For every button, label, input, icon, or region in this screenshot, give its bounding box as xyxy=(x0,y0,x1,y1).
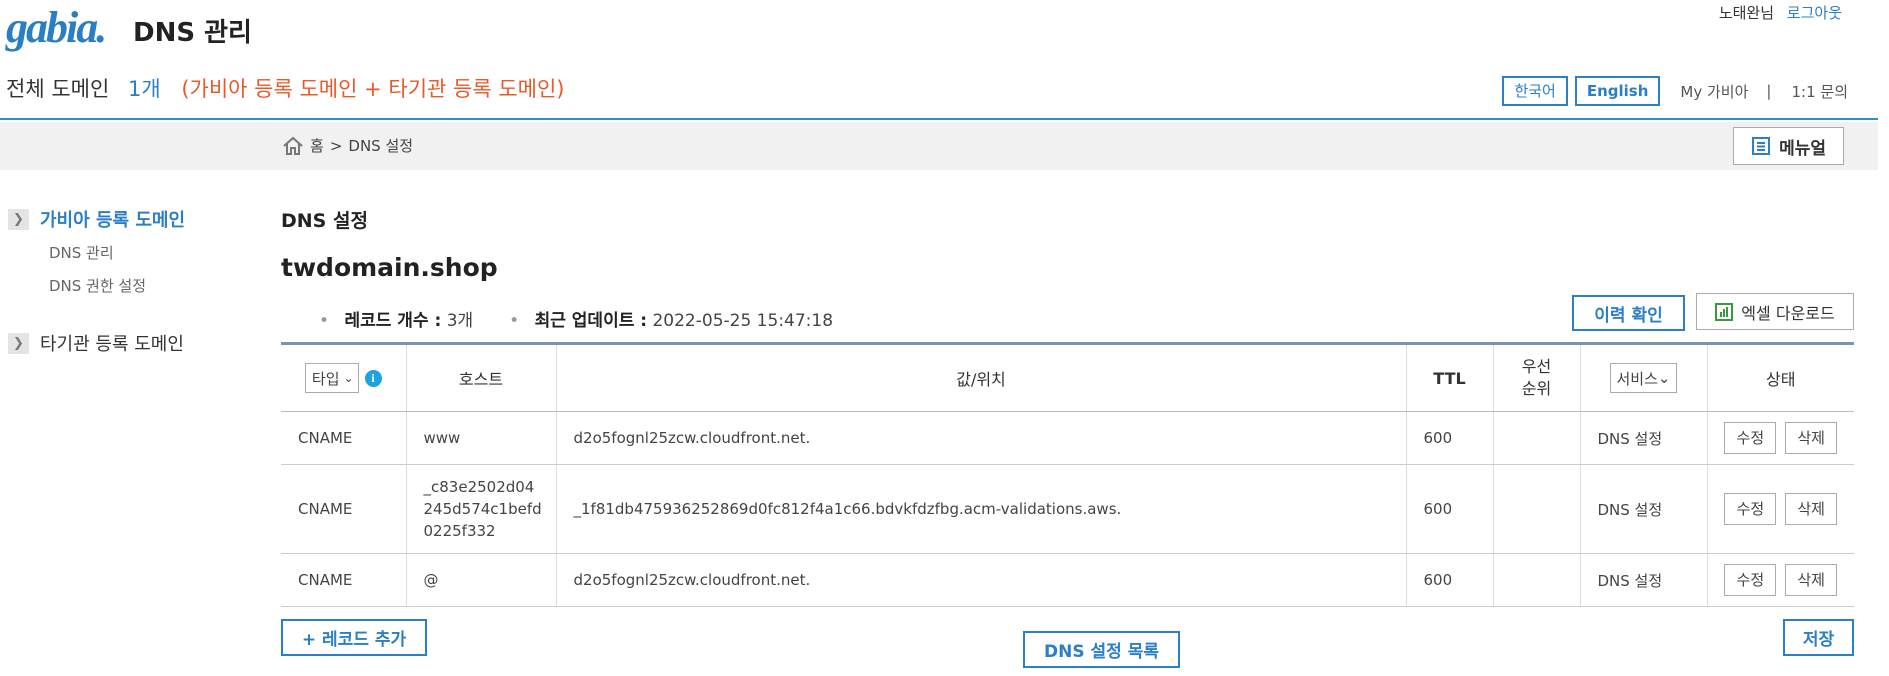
cell-priority xyxy=(1493,464,1581,554)
manual-button[interactable]: 메뉴얼 xyxy=(1733,127,1844,165)
delete-button[interactable]: 삭제 xyxy=(1785,422,1838,454)
inquiry-link[interactable]: 1:1 문의 xyxy=(1791,81,1848,102)
my-gabia-link[interactable]: My 가비아 xyxy=(1680,81,1748,102)
delete-button[interactable]: 삭제 xyxy=(1785,564,1838,596)
service-filter-label: 서비스 xyxy=(1616,369,1658,388)
sidebar: ❯ 가비아 등록 도메인 DNS 관리 DNS 권한 설정 ❯ 타기관 등록 도… xyxy=(8,206,268,366)
header: gabia. DNS 관리 노태완님 로그아웃 전체 도메인 1개 (가비아 등… xyxy=(0,0,1878,120)
updated-label: 최근 업데이트 : xyxy=(534,311,648,331)
bullet-icon: • xyxy=(509,311,520,331)
host-text: _c83e2502d04245d574c1befd0225f332 xyxy=(423,478,542,540)
type-filter-select[interactable]: 타입 ⌄ xyxy=(304,363,359,393)
sidebar-title-gabia[interactable]: 가비아 등록 도메인 xyxy=(40,206,185,232)
top-links: 한국어 English My 가비아 | 1:1 문의 xyxy=(1495,76,1848,106)
manual-icon xyxy=(1752,137,1771,155)
table-row: CNAME _c83e2502d04245d574c1befd0225f332 … xyxy=(281,464,1854,554)
delete-button[interactable]: 삭제 xyxy=(1785,493,1838,525)
cell-priority xyxy=(1493,553,1581,607)
updated-item: • 최근 업데이트 : 2022-05-25 15:47:18 xyxy=(509,306,833,331)
table-row: CNAME @ d2o5fognl25zcw.cloudfront.net. 6… xyxy=(281,553,1854,607)
cell-ttl: 600 xyxy=(1406,464,1494,554)
app-title: DNS 관리 xyxy=(133,18,252,48)
edit-button[interactable]: 수정 xyxy=(1724,564,1777,596)
domain-label: 전체 도메인 xyxy=(6,77,110,101)
cell-service: DNS 설정 xyxy=(1580,464,1708,554)
domain-name: twdomain.shop xyxy=(281,253,498,282)
table-header-row: 타입 ⌄ i 호스트 값/위치 TTL 우선 순위 서비스 ⌄ 상태 xyxy=(281,343,1854,412)
record-count-label: 레코드 개수 : xyxy=(344,311,442,331)
column-priority: 우선 순위 xyxy=(1493,343,1581,412)
dns-records-table: 타입 ⌄ i 호스트 값/위치 TTL 우선 순위 서비스 ⌄ 상태 CNAME… xyxy=(281,342,1854,607)
info-icon[interactable]: i xyxy=(364,369,382,387)
excel-download-label: 엑셀 다운로드 xyxy=(1741,303,1835,323)
dns-list-button[interactable]: DNS 설정 목록 xyxy=(1023,631,1180,668)
cell-actions: 수정 삭제 xyxy=(1707,411,1854,465)
gabia-logo[interactable]: gabia. xyxy=(6,4,107,52)
breadcrumb-current: DNS 설정 xyxy=(348,137,414,155)
column-type: 타입 ⌄ i xyxy=(281,343,407,412)
edit-button[interactable]: 수정 xyxy=(1724,422,1777,454)
cell-service: DNS 설정 xyxy=(1580,553,1708,607)
bullet-icon: • xyxy=(319,311,330,331)
cell-host: @ xyxy=(406,553,557,607)
save-button[interactable]: 저장 xyxy=(1783,619,1854,656)
type-filter-label: 타입 xyxy=(311,369,340,388)
edit-button[interactable]: 수정 xyxy=(1724,493,1777,525)
user-area: 노태완님 로그아웃 xyxy=(1719,2,1842,23)
cell-value: d2o5fognl25zcw.cloudfront.net. xyxy=(556,411,1407,465)
column-status: 상태 xyxy=(1707,343,1854,412)
record-count-item: • 레코드 개수 : 3개 xyxy=(319,306,473,331)
breadcrumb: 홈 > DNS 설정 xyxy=(282,135,419,156)
cell-ttl: 600 xyxy=(1406,411,1494,465)
lang-english-button[interactable]: English xyxy=(1574,76,1661,106)
record-count-value: 3개 xyxy=(446,311,474,331)
link-separator: | xyxy=(1766,82,1772,100)
chevron-down-icon: ⌄ xyxy=(1657,369,1671,387)
sidebar-group-gabia[interactable]: ❯ 가비아 등록 도메인 xyxy=(8,206,268,232)
home-icon[interactable] xyxy=(282,136,304,156)
cell-actions: 수정 삭제 xyxy=(1707,553,1854,607)
sidebar-title-other[interactable]: 타기관 등록 도메인 xyxy=(40,330,184,356)
cell-value: d2o5fognl25zcw.cloudfront.net. xyxy=(556,553,1407,607)
lang-korean-button[interactable]: 한국어 xyxy=(1502,76,1568,106)
user-name: 노태완님 xyxy=(1718,4,1775,22)
sidebar-item-dns-manage[interactable]: DNS 관리 xyxy=(49,242,268,263)
excel-download-button[interactable]: 엑셀 다운로드 xyxy=(1696,293,1854,330)
column-host: 호스트 xyxy=(406,343,557,412)
column-service: 서비스 ⌄ xyxy=(1580,343,1708,412)
chevron-down-icon: ⌄ xyxy=(343,371,354,385)
section-title: DNS 설정 xyxy=(281,210,368,232)
cell-host: www xyxy=(406,411,557,465)
add-record-button[interactable]: + 레코드 추가 xyxy=(281,619,427,656)
cell-type: CNAME xyxy=(281,553,407,607)
service-filter-select[interactable]: 서비스 ⌄ xyxy=(1609,363,1678,393)
logout-link[interactable]: 로그아웃 xyxy=(1787,4,1842,22)
cell-actions: 수정 삭제 xyxy=(1707,464,1854,554)
cell-type: CNAME xyxy=(281,464,407,554)
breadcrumb-home[interactable]: 홈 xyxy=(310,135,324,156)
domain-summary: 전체 도메인 1개 (가비아 등록 도메인 + 타기관 등록 도메인) xyxy=(6,73,565,103)
excel-icon xyxy=(1715,302,1734,321)
cell-ttl: 600 xyxy=(1406,553,1494,607)
cell-host: _c83e2502d04245d574c1befd0225f332 xyxy=(406,464,557,554)
column-ttl: TTL xyxy=(1406,343,1494,412)
cell-type: CNAME xyxy=(281,411,407,465)
sidebar-group-other[interactable]: ❯ 타기관 등록 도메인 xyxy=(8,330,268,356)
table-row: CNAME www d2o5fognl25zcw.cloudfront.net.… xyxy=(281,411,1854,465)
chevron-right-icon: ❯ xyxy=(8,208,29,230)
updated-value: 2022-05-25 15:47:18 xyxy=(652,311,834,331)
history-button[interactable]: 이력 확인 xyxy=(1572,295,1685,331)
cell-service: DNS 설정 xyxy=(1580,411,1708,465)
domain-count[interactable]: 1개 xyxy=(128,77,161,101)
domain-note: (가비아 등록 도메인 + 타기관 등록 도메인) xyxy=(181,77,565,101)
sidebar-item-dns-permission[interactable]: DNS 권한 설정 xyxy=(49,275,268,296)
chevron-right-icon: ❯ xyxy=(8,332,29,354)
record-meta: • 레코드 개수 : 3개 • 최근 업데이트 : 2022-05-25 15:… xyxy=(319,306,869,331)
cell-value: _1f81db475936252869d0fc812f4a1c66.bdvkfd… xyxy=(556,464,1407,554)
breadcrumb-bar: 홈 > DNS 설정 메뉴얼 xyxy=(0,122,1878,170)
cell-priority xyxy=(1493,411,1581,465)
column-value: 값/위치 xyxy=(556,343,1407,412)
manual-label: 메뉴얼 xyxy=(1779,138,1826,159)
breadcrumb-separator: > xyxy=(329,136,343,155)
